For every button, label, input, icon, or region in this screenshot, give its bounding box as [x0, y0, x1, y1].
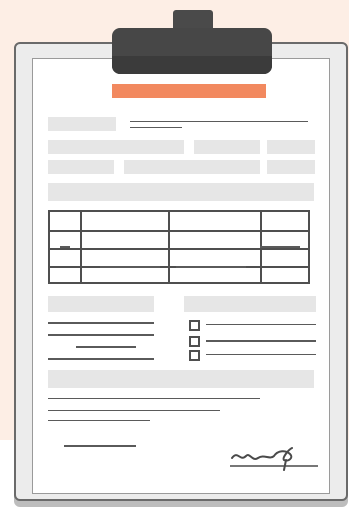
- signature-icon: [230, 447, 318, 471]
- date-line: [64, 445, 136, 447]
- checkbox-icon: [189, 336, 200, 347]
- checkbox-label-line: [206, 354, 316, 355]
- placeholder-bar: [48, 160, 114, 174]
- field-line-short: [130, 127, 182, 128]
- clipboard-clip-hinge: [112, 56, 272, 74]
- checkbox-icon: [189, 320, 200, 331]
- form-line: [76, 346, 136, 348]
- checkbox-label-line: [206, 324, 316, 325]
- form-line: [48, 334, 154, 336]
- notes-line: [48, 398, 260, 399]
- table-mark: [100, 266, 160, 268]
- form-line: [48, 322, 154, 324]
- placeholder-bar: [194, 140, 260, 154]
- form-line: [48, 358, 154, 360]
- field-line: [130, 121, 308, 122]
- notes-line: [48, 410, 220, 411]
- table-row-divider: [50, 248, 308, 250]
- table-mark: [176, 266, 246, 268]
- table-mark: [60, 246, 70, 248]
- notes-line: [48, 420, 150, 421]
- footer-section-bar: [48, 370, 314, 388]
- right-section-header-bar: [184, 296, 316, 312]
- placeholder-bar: [267, 140, 315, 154]
- table-col-divider: [168, 212, 170, 282]
- table-row-divider: [50, 230, 308, 232]
- left-section-header-bar: [48, 296, 154, 312]
- field-label-block: [48, 117, 116, 131]
- table-col-divider: [80, 212, 82, 282]
- placeholder-bar: [124, 160, 260, 174]
- section-header-bar: [48, 183, 314, 201]
- checkbox-icon: [189, 350, 200, 361]
- placeholder-bar: [267, 160, 315, 174]
- checkbox-label-line: [206, 340, 316, 342]
- form-title-band: [112, 84, 266, 98]
- placeholder-bar: [48, 140, 184, 154]
- clipboard-clip-icon: [173, 10, 213, 28]
- table-mark: [260, 246, 300, 248]
